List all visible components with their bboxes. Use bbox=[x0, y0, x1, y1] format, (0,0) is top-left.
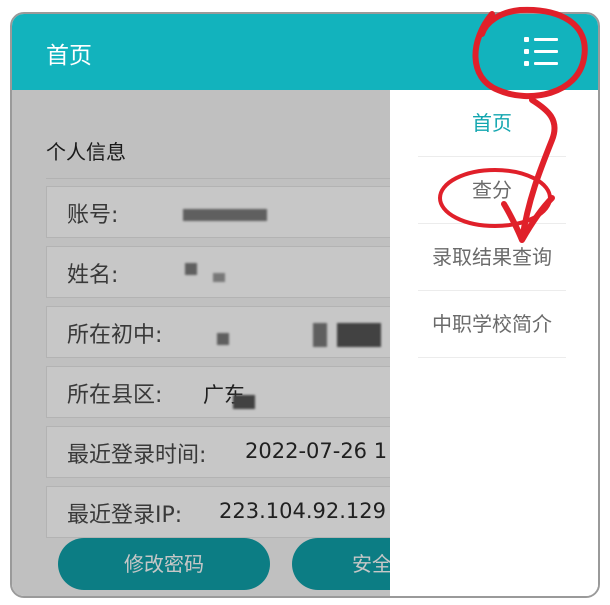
app-header: 首页 bbox=[12, 14, 598, 90]
menu-item-check-score[interactable]: 查分 bbox=[418, 157, 566, 224]
drawer-backdrop[interactable] bbox=[12, 90, 390, 596]
side-menu: 首页 查分 录取结果查询 中职学校简介 bbox=[390, 90, 598, 596]
menu-item-admission-result[interactable]: 录取结果查询 bbox=[418, 224, 566, 291]
page-title: 首页 bbox=[46, 43, 92, 69]
phone-screen: 首页 个人信息 账号: 姓名: 所在初中: 所在县区: 广东 最近登录时间: 2… bbox=[10, 12, 600, 598]
menu-list-icon[interactable] bbox=[522, 34, 562, 70]
menu-item-school-intro[interactable]: 中职学校简介 bbox=[418, 291, 566, 358]
menu-item-home[interactable]: 首页 bbox=[418, 90, 566, 157]
